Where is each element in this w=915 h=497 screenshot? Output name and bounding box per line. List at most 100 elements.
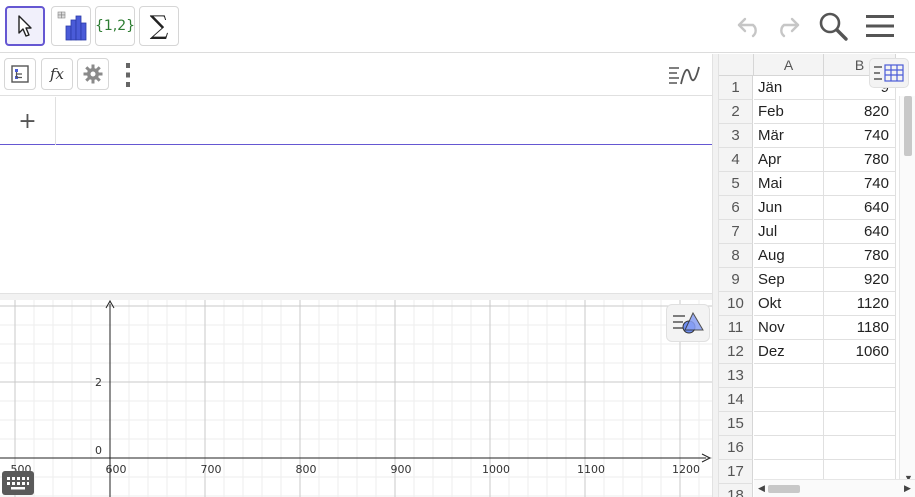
x-tick-label: 700: [201, 463, 222, 476]
graphics-style-bar-button[interactable]: [666, 304, 710, 342]
cell-b[interactable]: 1120: [824, 292, 896, 316]
spreadsheet-style-bar-button[interactable]: [869, 58, 909, 88]
main-menu-button[interactable]: [862, 8, 898, 44]
cell-b[interactable]: 1060: [824, 340, 896, 364]
tree-view-button[interactable]: [4, 58, 36, 90]
cell-a[interactable]: Sep: [754, 268, 824, 292]
row-header[interactable]: 6: [719, 196, 753, 220]
list-tool-button[interactable]: {1,2}: [95, 6, 135, 46]
row-header[interactable]: 14: [719, 388, 753, 412]
row-header[interactable]: 13: [719, 364, 753, 388]
x-tick-label: 1200: [672, 463, 700, 476]
row-header[interactable]: 2: [719, 100, 753, 124]
row-header[interactable]: 11: [719, 316, 753, 340]
cell-a[interactable]: [754, 436, 824, 460]
horizontal-scrollbar-thumb[interactable]: [768, 485, 800, 493]
more-vert-icon: [126, 63, 130, 87]
cell-a[interactable]: Okt: [754, 292, 824, 316]
sigma-icon: ∑: [149, 11, 169, 41]
y-tick-label: 2: [95, 376, 102, 389]
scroll-right-arrow-icon[interactable]: ▶: [904, 483, 911, 494]
row-header[interactable]: 15: [719, 412, 753, 436]
sheet-corner[interactable]: [719, 54, 754, 76]
geogebra-app: {1,2} ∑ fx + 500 600 700 800 900 1000 11…: [0, 0, 915, 497]
sum-tool-button[interactable]: ∑: [139, 6, 179, 46]
cell-a[interactable]: [754, 412, 824, 436]
cell-b[interactable]: [824, 436, 896, 460]
row-header[interactable]: 10: [719, 292, 753, 316]
cell-a[interactable]: [754, 388, 824, 412]
row-header[interactable]: 18: [719, 484, 753, 497]
row-header[interactable]: 8: [719, 244, 753, 268]
cell-b[interactable]: 780: [824, 148, 896, 172]
row-header[interactable]: 1: [719, 76, 753, 100]
menu-icon: [866, 15, 894, 37]
cell-a[interactable]: Aug: [754, 244, 824, 268]
view-splitter-vertical[interactable]: [712, 54, 719, 497]
shapes-style-icon: [673, 311, 704, 334]
undo-button[interactable]: [732, 8, 768, 44]
graphics-view[interactable]: 500 600 700 800 900 1000 1100 1200 0 2: [0, 300, 712, 497]
cell-b[interactable]: 740: [824, 124, 896, 148]
keyboard-icon: [7, 477, 29, 490]
cell-a[interactable]: Nov: [754, 316, 824, 340]
cell-b[interactable]: [824, 364, 896, 388]
row-header[interactable]: 5: [719, 172, 753, 196]
cell-a[interactable]: Feb: [754, 100, 824, 124]
fx-icon: fx: [49, 65, 64, 83]
plus-icon: +: [18, 108, 37, 134]
row-header[interactable]: 9: [719, 268, 753, 292]
graphics-canvas[interactable]: 500 600 700 800 900 1000 1100 120002: [0, 300, 712, 497]
column-header-a[interactable]: A: [754, 54, 824, 76]
cell-b[interactable]: 1180: [824, 316, 896, 340]
cell-b[interactable]: 920: [824, 268, 896, 292]
x-tick-label: 800: [296, 463, 317, 476]
tree-view-icon: [11, 65, 29, 83]
vertical-scrollbar-thumb[interactable]: [904, 96, 912, 156]
cell-a[interactable]: Dez: [754, 340, 824, 364]
scroll-left-arrow-icon[interactable]: ◀: [758, 483, 765, 494]
cell-b[interactable]: 820: [824, 100, 896, 124]
graphics-style-toggle[interactable]: [664, 59, 704, 91]
row-header[interactable]: 4: [719, 148, 753, 172]
row-header[interactable]: 7: [719, 220, 753, 244]
algebra-style-bar: fx: [0, 54, 712, 96]
cell-a[interactable]: Mär: [754, 124, 824, 148]
y-tick-label: 0: [95, 444, 102, 457]
cell-b[interactable]: [824, 388, 896, 412]
row-header[interactable]: 16: [719, 436, 753, 460]
cell-a[interactable]: [754, 364, 824, 388]
keyboard-button[interactable]: [2, 471, 34, 495]
cell-b[interactable]: 640: [824, 220, 896, 244]
vertical-scrollbar[interactable]: ▼: [899, 96, 915, 483]
main-toolbar: {1,2} ∑: [0, 0, 915, 53]
row-header[interactable]: 3: [719, 124, 753, 148]
list-tool-label: {1,2}: [94, 18, 136, 34]
cell-b[interactable]: 640: [824, 196, 896, 220]
algebra-input-row[interactable]: +: [0, 97, 712, 145]
more-options-button[interactable]: [117, 59, 139, 91]
row-header[interactable]: 17: [719, 460, 753, 484]
cell-b[interactable]: 740: [824, 172, 896, 196]
x-tick-label: 1000: [482, 463, 510, 476]
horizontal-scrollbar[interactable]: ◀ ▶: [754, 479, 915, 497]
cell-a[interactable]: Jun: [754, 196, 824, 220]
view-splitter-horizontal[interactable]: [0, 293, 712, 300]
search-button[interactable]: [815, 8, 851, 44]
cell-b[interactable]: 780: [824, 244, 896, 268]
add-input-button[interactable]: +: [0, 97, 56, 145]
settings-button[interactable]: [77, 58, 109, 90]
move-tool-button[interactable]: [5, 6, 45, 46]
cell-a[interactable]: Mai: [754, 172, 824, 196]
fx-button[interactable]: fx: [41, 58, 73, 90]
cell-a[interactable]: Apr: [754, 148, 824, 172]
redo-button[interactable]: [769, 8, 805, 44]
x-tick-label: 1100: [577, 463, 605, 476]
cell-a[interactable]: Jän: [754, 76, 824, 100]
cell-a[interactable]: Jul: [754, 220, 824, 244]
redo-icon: [780, 17, 800, 38]
bar-chart-icon: [57, 11, 87, 41]
bar-chart-tool-button[interactable]: [51, 6, 91, 46]
cell-b[interactable]: [824, 412, 896, 436]
row-header[interactable]: 12: [719, 340, 753, 364]
